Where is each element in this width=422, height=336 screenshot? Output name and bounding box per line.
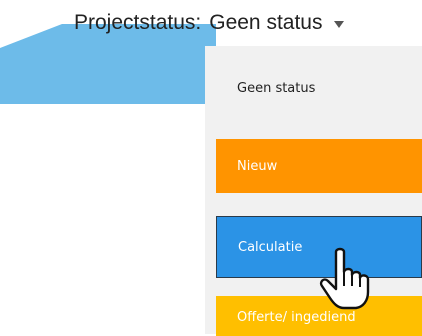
chevron-down-icon[interactable] [334,20,345,28]
status-option-nieuw[interactable]: Nieuw [216,139,422,193]
status-option-label: Offerte/ ingediend [237,310,356,325]
status-option-label: Calculatie [238,239,303,255]
project-status-selected-value: Geen status [209,11,323,34]
pointing-hand-icon [319,247,370,310]
project-status-label: Projectstatus: [74,11,202,34]
project-status-select[interactable]: Geen status [209,11,345,35]
header-fold-corner [0,24,62,48]
project-status-row: Projectstatus: Geen status [74,0,422,46]
status-option-label: Geen status [237,80,316,96]
status-option-geen-status[interactable]: Geen status [216,68,422,108]
status-option-label: Nieuw [237,158,278,174]
status-dropdown-menu: Geen status Nieuw Calculatie Offerte/ in… [205,46,422,336]
